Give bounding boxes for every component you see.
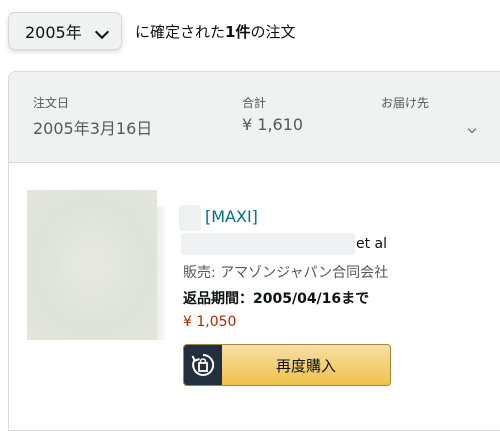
order-total: 合計 ¥ 1,610 xyxy=(242,94,303,134)
order-date-value: 2005年3月16日 xyxy=(33,119,153,138)
order-date: 注文日 2005年3月16日 xyxy=(33,94,152,139)
seller-text: 販売: アマゾンジャパン合同会社 xyxy=(183,265,389,281)
order-total-label: 合計 xyxy=(242,96,267,110)
order-count-number: 1件 xyxy=(225,22,251,41)
order-date-label: 注文日 xyxy=(33,96,70,110)
product-author-suffix: et al xyxy=(356,236,388,252)
product-author-redacted xyxy=(181,233,355,255)
order-count-text: に確定された 1件 の注文 xyxy=(135,12,295,50)
ship-to[interactable]: お届け先 xyxy=(381,94,477,139)
product-image[interactable] xyxy=(27,190,157,340)
ship-to-label: お届け先 xyxy=(381,96,430,110)
return-period-text: 返品期間：2005/04/16まで xyxy=(183,291,370,307)
ship-to-name-redacted[interactable] xyxy=(381,117,457,135)
order-count-prefix: に確定された xyxy=(135,22,226,41)
product-title-link[interactable]: [MAXI] xyxy=(205,207,258,226)
product-image-shadow xyxy=(157,206,167,340)
order-total-value: ¥ 1,610 xyxy=(242,115,304,134)
buy-again-button[interactable]: 再度購入 xyxy=(183,344,391,386)
order-filter-bar: 2005年 に確定された 1件 の注文 xyxy=(8,12,488,52)
chevron-down-icon[interactable] xyxy=(467,124,477,134)
item-price: ¥ 1,050 xyxy=(183,314,237,330)
buy-again-icon xyxy=(184,345,222,385)
order-header: 注文日 2005年3月16日 合計 ¥ 1,610 お届け先 xyxy=(9,72,500,163)
year-select[interactable]: 2005年 xyxy=(8,12,122,50)
buy-again-label: 再度購入 xyxy=(275,356,336,375)
order-count-suffix: の注文 xyxy=(250,22,296,41)
chevron-down-icon xyxy=(94,24,110,40)
order-card: 注文日 2005年3月16日 合計 ¥ 1,610 お届け先 [MAXI] et… xyxy=(8,71,500,431)
buy-again-icon-graphic xyxy=(191,353,215,376)
product-title-redacted xyxy=(179,205,201,231)
year-select-value: 2005年 xyxy=(25,23,82,42)
